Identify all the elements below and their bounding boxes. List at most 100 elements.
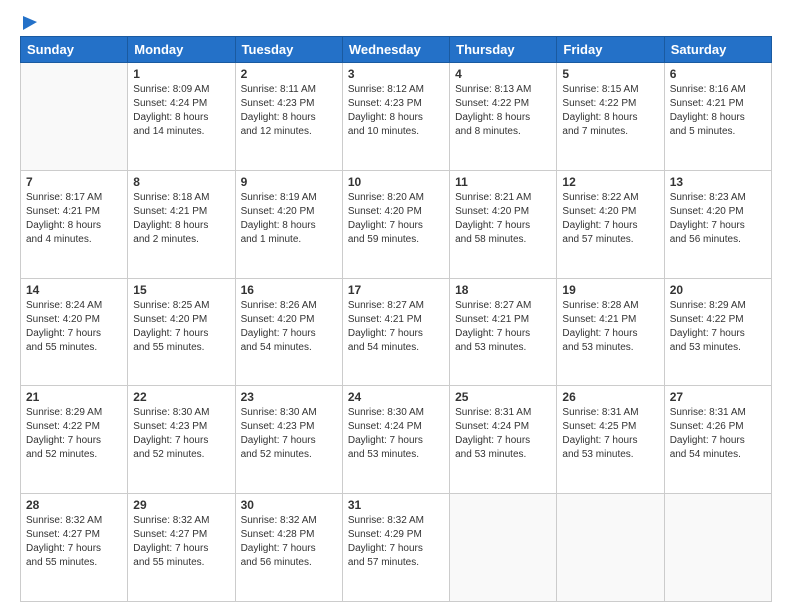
- day-info: Sunrise: 8:32 AM Sunset: 4:27 PM Dayligh…: [26, 514, 122, 570]
- day-info: Sunrise: 8:27 AM Sunset: 4:21 PM Dayligh…: [348, 299, 444, 355]
- calendar-cell: 28 Sunrise: 8:32 AM Sunset: 4:27 PM Dayli…: [21, 494, 128, 602]
- logo: [20, 16, 39, 28]
- day-number: 18: [455, 283, 551, 297]
- day-number: 9: [241, 175, 337, 189]
- day-info: Sunrise: 8:27 AM Sunset: 4:21 PM Dayligh…: [455, 299, 551, 355]
- day-number: 25: [455, 390, 551, 404]
- day-info: Sunrise: 8:21 AM Sunset: 4:20 PM Dayligh…: [455, 191, 551, 247]
- calendar-cell: [557, 494, 664, 602]
- day-number: 22: [133, 390, 229, 404]
- week-row-1: 1 Sunrise: 8:09 AM Sunset: 4:24 PM Daylig…: [21, 63, 772, 171]
- day-info: Sunrise: 8:30 AM Sunset: 4:24 PM Dayligh…: [348, 406, 444, 462]
- day-number: 11: [455, 175, 551, 189]
- calendar-cell: 21Sunrise: 8:29 AM Sunset: 4:22 PM Dayli…: [21, 386, 128, 494]
- day-number: 6: [670, 67, 766, 81]
- calendar-cell: [21, 63, 128, 171]
- day-number: 3: [348, 67, 444, 81]
- day-number: 30: [241, 498, 337, 512]
- weekday-header-row: SundayMondayTuesdayWednesdayThursdayFrid…: [21, 37, 772, 63]
- day-info: Sunrise: 8:25 AM Sunset: 4:20 PM Dayligh…: [133, 299, 229, 355]
- calendar-cell: 25 Sunrise: 8:31 AM Sunset: 4:24 PM Dayli…: [450, 386, 557, 494]
- calendar-cell: 2 Sunrise: 8:11 AM Sunset: 4:23 PM Daylig…: [235, 63, 342, 171]
- day-number: 1: [133, 67, 229, 81]
- day-info: Sunrise: 8:28 AM Sunset: 4:21 PM Dayligh…: [562, 299, 658, 355]
- day-number: 5: [562, 67, 658, 81]
- day-number: 15: [133, 283, 229, 297]
- day-info: Sunrise: 8:26 AM Sunset: 4:20 PM Dayligh…: [241, 299, 337, 355]
- calendar-cell: 7 Sunrise: 8:17 AM Sunset: 4:21 PM Daylig…: [21, 170, 128, 278]
- calendar-cell: 19 Sunrise: 8:28 AM Sunset: 4:21 PM Dayli…: [557, 278, 664, 386]
- day-number: 23: [241, 390, 337, 404]
- day-number: 16: [241, 283, 337, 297]
- day-info: Sunrise: 8:31 AM Sunset: 4:25 PM Dayligh…: [562, 406, 658, 462]
- calendar-cell: 24 Sunrise: 8:30 AM Sunset: 4:24 PM Dayli…: [342, 386, 449, 494]
- day-info: Sunrise: 8:29 AM Sunset: 4:22 PM Dayligh…: [26, 406, 122, 462]
- day-info: Sunrise: 8:31 AM Sunset: 4:26 PM Dayligh…: [670, 406, 766, 462]
- day-number: 27: [670, 390, 766, 404]
- day-number: 29: [133, 498, 229, 512]
- calendar-cell: 14Sunrise: 8:24 AM Sunset: 4:20 PM Dayli…: [21, 278, 128, 386]
- day-info: Sunrise: 8:17 AM Sunset: 4:21 PM Dayligh…: [26, 191, 122, 247]
- calendar-cell: 4 Sunrise: 8:13 AM Sunset: 4:22 PM Daylig…: [450, 63, 557, 171]
- calendar-cell: 16 Sunrise: 8:26 AM Sunset: 4:20 PM Dayli…: [235, 278, 342, 386]
- calendar-cell: 22Sunrise: 8:30 AM Sunset: 4:23 PM Dayli…: [128, 386, 235, 494]
- calendar-cell: 6 Sunrise: 8:16 AM Sunset: 4:21 PM Daylig…: [664, 63, 771, 171]
- calendar-cell: 18 Sunrise: 8:27 AM Sunset: 4:21 PM Dayli…: [450, 278, 557, 386]
- calendar-cell: 10 Sunrise: 8:20 AM Sunset: 4:20 PM Dayli…: [342, 170, 449, 278]
- day-info: Sunrise: 8:31 AM Sunset: 4:24 PM Dayligh…: [455, 406, 551, 462]
- calendar-cell: 29 Sunrise: 8:32 AM Sunset: 4:27 PM Dayli…: [128, 494, 235, 602]
- day-info: Sunrise: 8:32 AM Sunset: 4:28 PM Dayligh…: [241, 514, 337, 570]
- calendar-cell: 15 Sunrise: 8:25 AM Sunset: 4:20 PM Dayli…: [128, 278, 235, 386]
- day-info: Sunrise: 8:22 AM Sunset: 4:20 PM Dayligh…: [562, 191, 658, 247]
- day-info: Sunrise: 8:32 AM Sunset: 4:29 PM Dayligh…: [348, 514, 444, 570]
- day-info: Sunrise: 8:13 AM Sunset: 4:22 PM Dayligh…: [455, 83, 551, 139]
- day-number: 20: [670, 283, 766, 297]
- day-number: 4: [455, 67, 551, 81]
- day-number: 19: [562, 283, 658, 297]
- week-row-5: 28 Sunrise: 8:32 AM Sunset: 4:27 PM Dayli…: [21, 494, 772, 602]
- day-info: Sunrise: 8:20 AM Sunset: 4:20 PM Dayligh…: [348, 191, 444, 247]
- weekday-header-monday: Monday: [128, 37, 235, 63]
- weekday-header-wednesday: Wednesday: [342, 37, 449, 63]
- calendar-cell: 26 Sunrise: 8:31 AM Sunset: 4:25 PM Dayli…: [557, 386, 664, 494]
- day-number: 13: [670, 175, 766, 189]
- calendar-cell: 13 Sunrise: 8:23 AM Sunset: 4:20 PM Dayli…: [664, 170, 771, 278]
- header: [20, 16, 772, 28]
- calendar-table: SundayMondayTuesdayWednesdayThursdayFrid…: [20, 36, 772, 602]
- calendar-cell: [450, 494, 557, 602]
- calendar-cell: 17Sunrise: 8:27 AM Sunset: 4:21 PM Dayli…: [342, 278, 449, 386]
- day-info: Sunrise: 8:32 AM Sunset: 4:27 PM Dayligh…: [133, 514, 229, 570]
- day-number: 31: [348, 498, 444, 512]
- day-info: Sunrise: 8:12 AM Sunset: 4:23 PM Dayligh…: [348, 83, 444, 139]
- calendar-cell: 31 Sunrise: 8:32 AM Sunset: 4:29 PM Dayli…: [342, 494, 449, 602]
- day-number: 28: [26, 498, 122, 512]
- day-info: Sunrise: 8:19 AM Sunset: 4:20 PM Dayligh…: [241, 191, 337, 247]
- day-info: Sunrise: 8:23 AM Sunset: 4:20 PM Dayligh…: [670, 191, 766, 247]
- week-row-4: 21Sunrise: 8:29 AM Sunset: 4:22 PM Dayli…: [21, 386, 772, 494]
- day-number: 24: [348, 390, 444, 404]
- day-number: 2: [241, 67, 337, 81]
- calendar-cell: 12Sunrise: 8:22 AM Sunset: 4:20 PM Dayli…: [557, 170, 664, 278]
- calendar-cell: 3 Sunrise: 8:12 AM Sunset: 4:23 PM Daylig…: [342, 63, 449, 171]
- weekday-header-thursday: Thursday: [450, 37, 557, 63]
- calendar-cell: 1 Sunrise: 8:09 AM Sunset: 4:24 PM Daylig…: [128, 63, 235, 171]
- calendar-cell: 11 Sunrise: 8:21 AM Sunset: 4:20 PM Dayli…: [450, 170, 557, 278]
- day-number: 26: [562, 390, 658, 404]
- day-number: 10: [348, 175, 444, 189]
- day-info: Sunrise: 8:24 AM Sunset: 4:20 PM Dayligh…: [26, 299, 122, 355]
- calendar-cell: 27 Sunrise: 8:31 AM Sunset: 4:26 PM Dayli…: [664, 386, 771, 494]
- calendar-cell: 9 Sunrise: 8:19 AM Sunset: 4:20 PM Daylig…: [235, 170, 342, 278]
- day-info: Sunrise: 8:09 AM Sunset: 4:24 PM Dayligh…: [133, 83, 229, 139]
- weekday-header-sunday: Sunday: [21, 37, 128, 63]
- weekday-header-tuesday: Tuesday: [235, 37, 342, 63]
- day-info: Sunrise: 8:15 AM Sunset: 4:22 PM Dayligh…: [562, 83, 658, 139]
- day-info: Sunrise: 8:11 AM Sunset: 4:23 PM Dayligh…: [241, 83, 337, 139]
- calendar-cell: 30 Sunrise: 8:32 AM Sunset: 4:28 PM Dayli…: [235, 494, 342, 602]
- day-info: Sunrise: 8:29 AM Sunset: 4:22 PM Dayligh…: [670, 299, 766, 355]
- page: SundayMondayTuesdayWednesdayThursdayFrid…: [0, 0, 792, 612]
- day-number: 7: [26, 175, 122, 189]
- calendar-cell: [664, 494, 771, 602]
- week-row-2: 7 Sunrise: 8:17 AM Sunset: 4:21 PM Daylig…: [21, 170, 772, 278]
- day-info: Sunrise: 8:16 AM Sunset: 4:21 PM Dayligh…: [670, 83, 766, 139]
- day-info: Sunrise: 8:30 AM Sunset: 4:23 PM Dayligh…: [241, 406, 337, 462]
